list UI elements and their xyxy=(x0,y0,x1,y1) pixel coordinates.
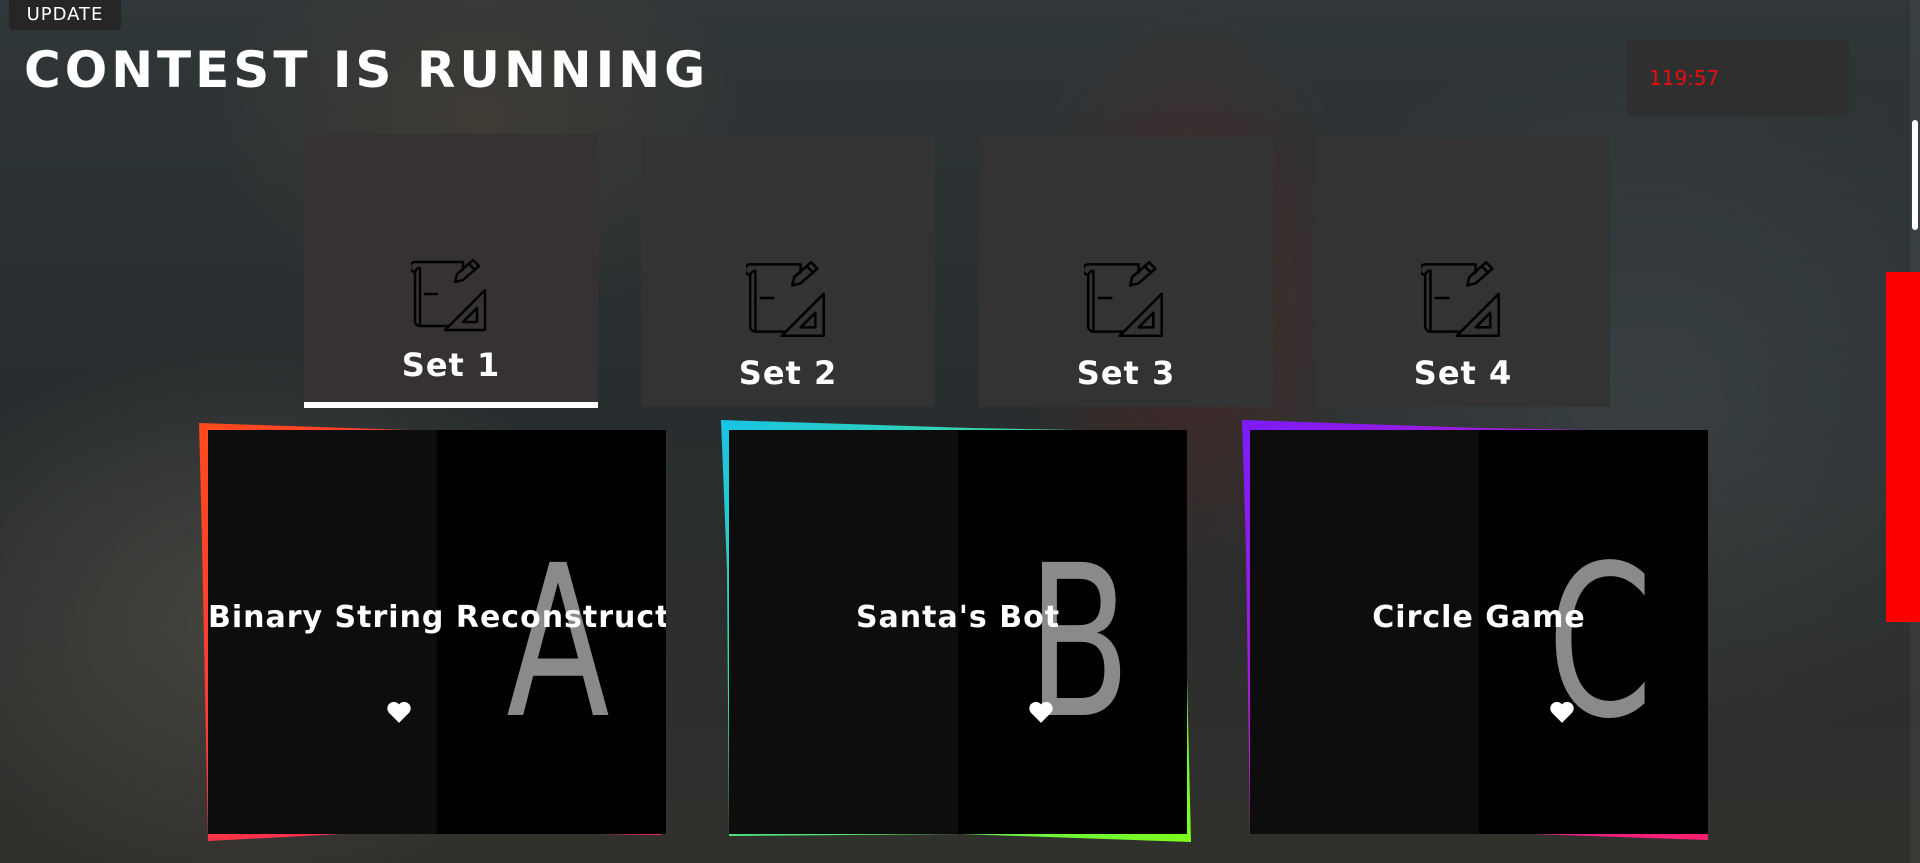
set-label: Set 4 xyxy=(1413,354,1513,392)
scrollbar-handle[interactable] xyxy=(1912,120,1918,230)
scroll-progress-bar[interactable] xyxy=(1886,272,1920,622)
set-card-1[interactable]: Set 1 xyxy=(304,134,598,408)
set-card-4[interactable]: Set 4 xyxy=(1316,137,1610,407)
blueprint-pencil-icon xyxy=(1084,261,1163,338)
set-label: Set 1 xyxy=(401,346,501,384)
set-label: Set 2 xyxy=(738,354,838,392)
heart-icon[interactable] xyxy=(1549,700,1575,724)
problem-name: Circle Game xyxy=(1372,600,1586,635)
problem-letter: A xyxy=(506,520,610,765)
problem-card-a[interactable]: A Binary String Reconstruction xyxy=(199,423,666,841)
problem-name: Santa's Bot xyxy=(855,600,1061,635)
update-button[interactable]: UPDATE xyxy=(9,0,121,30)
problem-card-body: C Circle Game xyxy=(1250,430,1708,834)
problem-name: Binary String Reconstruction xyxy=(208,600,666,635)
problem-card-body: B Santa's Bot xyxy=(729,430,1187,834)
heart-icon[interactable] xyxy=(386,700,412,724)
set-card-2[interactable]: Set 2 xyxy=(641,137,935,407)
set-label: Set 3 xyxy=(1076,354,1176,392)
blueprint-pencil-icon xyxy=(1421,261,1500,338)
heart-icon[interactable] xyxy=(1028,700,1054,724)
countdown-timer: 119:57 xyxy=(1627,40,1849,116)
problem-card-body: A Binary String Reconstruction xyxy=(208,430,666,834)
page-title: CONTEST IS RUNNING xyxy=(24,41,710,99)
blueprint-pencil-icon xyxy=(411,258,487,332)
blueprint-pencil-icon xyxy=(746,261,825,338)
problem-card-c[interactable]: C Circle Game xyxy=(1242,420,1708,840)
set-card-3[interactable]: Set 3 xyxy=(979,137,1273,407)
problem-card-b[interactable]: B Santa's Bot xyxy=(721,420,1191,842)
contest-page: UPDATE CONTEST IS RUNNING 119:57 Set 1 S… xyxy=(0,0,1920,863)
